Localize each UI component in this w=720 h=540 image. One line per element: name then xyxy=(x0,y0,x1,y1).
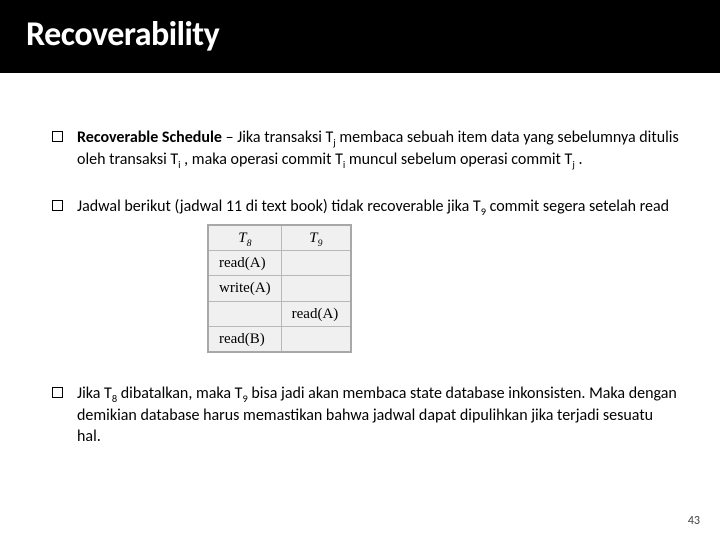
table-row: write(A) xyxy=(208,276,351,301)
cell xyxy=(208,301,281,326)
text: . xyxy=(575,150,583,169)
sub: 9 xyxy=(318,238,323,249)
schedule-table-wrap: T8 T9 read(A) write(A) read(A) read(B) xyxy=(207,224,680,353)
table-header-row: T8 T9 xyxy=(208,225,351,251)
term-recoverable-schedule: Recoverable Schedule xyxy=(77,128,222,147)
cell: write(A) xyxy=(208,276,281,301)
slide-body: Recoverable Schedule – Jika transaksi Tj… xyxy=(0,73,720,448)
text: T xyxy=(238,230,246,246)
page-number: 43 xyxy=(688,514,700,528)
text: , maka operasi commit T xyxy=(181,150,343,169)
slide-title: Recoverability xyxy=(0,0,720,73)
bullet-marker xyxy=(52,200,63,211)
cell xyxy=(281,251,351,276)
schedule-table: T8 T9 read(A) write(A) read(A) read(B) xyxy=(207,224,352,353)
text: dibatalkan, maka T xyxy=(117,384,242,403)
bullet-marker xyxy=(52,387,63,398)
cell xyxy=(281,276,351,301)
text: Jika T xyxy=(77,384,112,403)
bullet-2: Jadwal berikut (jadwal 11 di text book) … xyxy=(52,196,680,353)
bullet-3-text: Jika T8 dibatalkan, maka T9 bisa jadi ak… xyxy=(77,383,680,448)
bullet-marker xyxy=(52,131,63,142)
text: commit segera setelah read xyxy=(486,197,669,216)
text: T xyxy=(309,230,317,246)
sub: 8 xyxy=(247,238,252,249)
bullet-3: Jika T8 dibatalkan, maka T9 bisa jadi ak… xyxy=(52,383,680,448)
cell: read(A) xyxy=(208,251,281,276)
table-row: read(A) xyxy=(208,301,351,326)
cell xyxy=(281,326,351,352)
table-row: read(A) xyxy=(208,251,351,276)
table-row: read(B) xyxy=(208,326,351,352)
cell: read(B) xyxy=(208,326,281,352)
bullet-1-text: Recoverable Schedule – Jika transaksi Tj… xyxy=(77,127,680,170)
text: Jadwal berikut (jadwal 11 di text book) … xyxy=(77,197,481,216)
text: muncul sebelum operasi commit T xyxy=(345,150,572,169)
bullet-2-text: Jadwal berikut (jadwal 11 di text book) … xyxy=(77,196,680,353)
text: – Jika transaksi T xyxy=(222,128,333,147)
cell: read(A) xyxy=(281,301,351,326)
bullet-1: Recoverable Schedule – Jika transaksi Tj… xyxy=(52,127,680,170)
col-t9: T9 xyxy=(281,225,351,251)
col-t8: T8 xyxy=(208,225,281,251)
